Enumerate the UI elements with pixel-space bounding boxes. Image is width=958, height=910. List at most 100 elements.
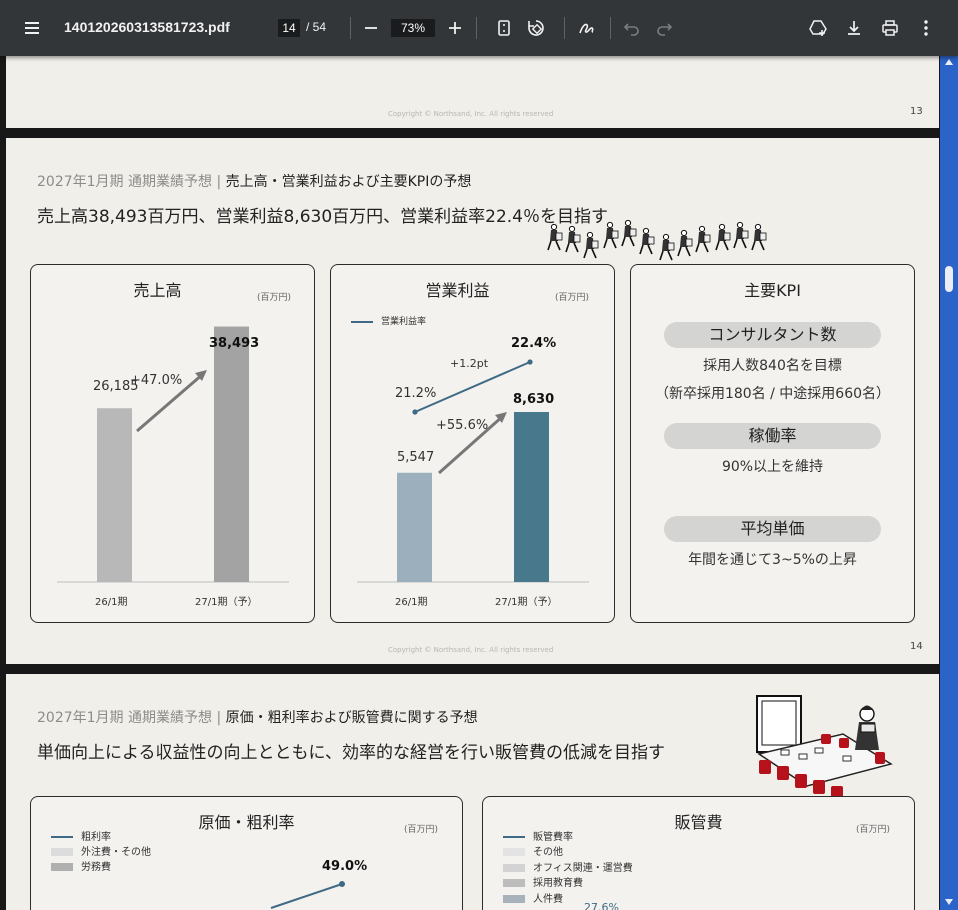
pdf-toolbar: 140120260313581723.pdf 14 / 54 73% xyxy=(0,0,958,56)
unit-label: (百万円) xyxy=(856,825,891,835)
margin-line xyxy=(270,883,343,909)
operating-income-card: 営業利益 (百万円) 営業利益率 21.2% 22.4% +1.2pt +55.… xyxy=(330,264,615,623)
operating-income-chart xyxy=(357,359,589,583)
margin-point xyxy=(412,409,418,415)
topic-label: 売上高・営業利益および主要KPIの予想 xyxy=(225,174,472,190)
ratio-label: 27.6% xyxy=(584,901,619,910)
x-tick-label: 27/1期（予） xyxy=(495,597,558,608)
annotate-pen-icon[interactable] xyxy=(577,18,597,38)
x-tick-label: 26/1期 xyxy=(95,597,128,608)
toolbar-divider xyxy=(610,17,611,39)
kpi-pill-unit-price: 平均単価 xyxy=(664,516,881,542)
document-title: 140120260313581723.pdf xyxy=(64,19,230,35)
cost-margin-card: 原価・粗利率 (百万円) 粗利率 外注費・その他 労務費 49.0% xyxy=(30,796,463,910)
toolbar-divider xyxy=(350,17,351,39)
slide-heading: 2027年1月期 通期業績予想 | 売上高・営業利益および主要KPIの予想 xyxy=(37,171,471,191)
pdf-page-13: Copyright © Northsand, Inc. All rights r… xyxy=(6,56,939,128)
heading-divider: | xyxy=(216,710,222,726)
cost-margin-chart xyxy=(270,881,345,909)
slide-heading: 2027年1月期 通期業績予想 | 原価・粗利率および販管費に関する予想 xyxy=(37,707,478,727)
runner-figure xyxy=(621,220,637,247)
runner-figure xyxy=(659,233,675,261)
print-icon[interactable] xyxy=(880,18,900,38)
vertical-scrollbar[interactable] xyxy=(940,56,958,910)
kpi-text: 採用人数840名を目標 xyxy=(703,358,842,374)
heading-divider: | xyxy=(216,174,222,190)
bar-value-label: 5,547 xyxy=(397,450,435,465)
fit-page-icon[interactable] xyxy=(494,18,514,38)
pdf-page-14: 2027年1月期 通期業績予想 | 売上高・営業利益および主要KPIの予想 売上… xyxy=(6,138,939,664)
runner-figure xyxy=(603,221,619,249)
runner-figure xyxy=(733,221,749,249)
revenue-card: 売上高 (百万円) 26,185 38,493 +47.0% 26/1期 27/… xyxy=(30,264,315,623)
section-label: 2027年1月期 通期業績予想 xyxy=(37,174,212,190)
zoom-in-icon[interactable] xyxy=(445,18,465,38)
legend-label: 販管費率 xyxy=(533,832,573,843)
runner-figure xyxy=(715,223,731,251)
revenue-chart xyxy=(57,326,289,583)
card-title: 主要KPI xyxy=(744,281,801,300)
bar-26-1 xyxy=(397,472,432,582)
pdf-viewer[interactable]: Copyright © Northsand, Inc. All rights r… xyxy=(0,56,940,910)
kpi-pill-utilization: 稼働率 xyxy=(664,423,881,449)
legend-label: オフィス関連・運営費 xyxy=(533,863,633,874)
topic-label: 原価・粗利率および販管費に関する予想 xyxy=(225,710,478,726)
kpi-text: （新卒採用180名 / 中途採用660名） xyxy=(654,386,891,402)
kpi-text: 年間を通じて3~5%の上昇 xyxy=(688,552,857,568)
bar-value-label: 8,630 xyxy=(513,392,555,407)
bar-27-1 xyxy=(514,412,549,582)
legend-office: オフィス関連・運営費 xyxy=(503,859,633,874)
zoom-out-icon[interactable] xyxy=(361,18,381,38)
runner-figure xyxy=(547,223,563,251)
x-tick-label: 27/1期（予） xyxy=(195,597,258,608)
more-options-icon[interactable] xyxy=(916,18,936,38)
legend-personnel: 人件費 xyxy=(503,890,563,905)
scroll-down-icon[interactable] xyxy=(944,898,954,906)
page-number: 13 xyxy=(910,106,923,117)
meeting-room-illustration xyxy=(756,695,893,800)
kpi-text: 90%以上を維持 xyxy=(721,459,824,475)
margin-change-label: +1.2pt xyxy=(450,357,489,370)
scrollbar-thumb[interactable] xyxy=(945,266,953,292)
legend-sga-ratio: 販管費率 xyxy=(503,828,573,843)
download-icon[interactable] xyxy=(844,18,864,38)
legend-other: その他 xyxy=(503,843,563,858)
section-label: 2027年1月期 通期業績予想 xyxy=(37,710,212,726)
page-number-input[interactable]: 14 xyxy=(278,19,300,37)
margin-point xyxy=(339,881,345,887)
runner-figure xyxy=(695,225,711,253)
growth-label: +47.0% xyxy=(130,373,183,388)
copyright-text: Copyright © Northsand, Inc. All rights r… xyxy=(388,646,554,654)
runner-figure xyxy=(639,227,655,255)
kpi-card: 主要KPI コンサルタント数 採用人数840名を目標 （新卒採用180名 / 中… xyxy=(630,264,915,623)
margin-label: 22.4% xyxy=(511,336,557,351)
undo-icon[interactable] xyxy=(622,18,642,38)
running-people-illustration xyxy=(547,220,767,261)
copyright-text: Copyright © Northsand, Inc. All rights r… xyxy=(388,110,554,118)
legend-label: その他 xyxy=(533,847,563,858)
pdf-page-15: 2027年1月期 通期業績予想 | 原価・粗利率および販管費に関する予想 単価向… xyxy=(6,674,939,910)
bar-27-1 xyxy=(214,326,249,582)
toolbar-divider xyxy=(476,17,477,39)
zoom-level-input[interactable]: 73% xyxy=(391,19,435,37)
menu-icon[interactable] xyxy=(22,18,42,38)
slide-headline: 売上高38,493百万円、営業利益8,630百万円、営業利益率22.4％を目指す xyxy=(37,207,609,227)
rotate-icon[interactable] xyxy=(526,18,546,38)
kpi-pill-consultants: コンサルタント数 xyxy=(664,322,881,348)
save-to-drive-icon[interactable] xyxy=(808,18,828,38)
x-tick-label: 26/1期 xyxy=(395,597,428,608)
runner-figure xyxy=(751,223,767,251)
runner-figure xyxy=(677,229,693,257)
toolbar-divider xyxy=(564,17,565,39)
bar-26-1 xyxy=(97,408,132,582)
sga-card: 販管費 (百万円) 販管費率 その他 オフィス関連・運営費 採用教育費 人件費 … xyxy=(482,796,915,910)
growth-label: +55.6% xyxy=(436,418,489,433)
slide-headline: 単価向上による収益性の向上とともに、効率的な経営を行い販管費の低減を目指す xyxy=(37,743,665,763)
margin-point xyxy=(527,359,533,365)
legend-label: 採用教育費 xyxy=(533,878,583,889)
legend-label: 人件費 xyxy=(533,894,563,905)
redo-icon[interactable] xyxy=(654,18,674,38)
scroll-up-icon[interactable] xyxy=(944,58,954,66)
runner-figure xyxy=(583,231,599,259)
runner-figure xyxy=(565,225,581,253)
